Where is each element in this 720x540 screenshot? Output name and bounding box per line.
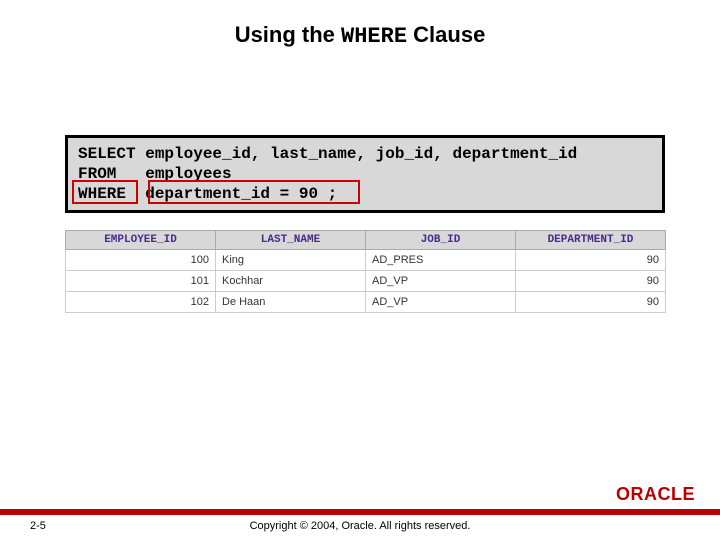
- oracle-logo: ORACLE: [616, 484, 695, 505]
- col-header-department-id: DEPARTMENT_ID: [516, 231, 666, 250]
- cell-job-id: AD_PRES: [366, 250, 516, 271]
- cell-employee-id: 100: [66, 250, 216, 271]
- cell-employee-id: 102: [66, 292, 216, 313]
- sql-line1: SELECT employee_id, last_name, job_id, d…: [78, 145, 577, 163]
- slide-title: Using the WHERE Clause: [0, 22, 720, 49]
- cell-job-id: AD_VP: [366, 271, 516, 292]
- table-row: 100 King AD_PRES 90: [66, 250, 666, 271]
- table-row: 102 De Haan AD_VP 90: [66, 292, 666, 313]
- title-part2: Clause: [407, 22, 485, 47]
- table-header-row: EMPLOYEE_ID LAST_NAME JOB_ID DEPARTMENT_…: [66, 231, 666, 250]
- cell-department-id: 90: [516, 292, 666, 313]
- sql-line3: WHERE department_id = 90 ;: [78, 185, 337, 203]
- title-code: WHERE: [341, 24, 407, 49]
- col-header-job-id: JOB_ID: [366, 231, 516, 250]
- copyright-text: Copyright © 2004, Oracle. All rights res…: [0, 520, 720, 532]
- cell-last-name: King: [216, 250, 366, 271]
- cell-last-name: De Haan: [216, 292, 366, 313]
- footer-divider: [0, 509, 720, 515]
- cell-department-id: 90: [516, 250, 666, 271]
- col-header-employee-id: EMPLOYEE_ID: [66, 231, 216, 250]
- sql-line2: FROM employees: [78, 165, 232, 183]
- sql-code-block: SELECT employee_id, last_name, job_id, d…: [65, 135, 665, 213]
- cell-last-name: Kochhar: [216, 271, 366, 292]
- table-row: 101 Kochhar AD_VP 90: [66, 271, 666, 292]
- col-header-last-name: LAST_NAME: [216, 231, 366, 250]
- title-part1: Using the: [235, 22, 341, 47]
- cell-job-id: AD_VP: [366, 292, 516, 313]
- cell-employee-id: 101: [66, 271, 216, 292]
- result-table: EMPLOYEE_ID LAST_NAME JOB_ID DEPARTMENT_…: [65, 230, 666, 313]
- cell-department-id: 90: [516, 271, 666, 292]
